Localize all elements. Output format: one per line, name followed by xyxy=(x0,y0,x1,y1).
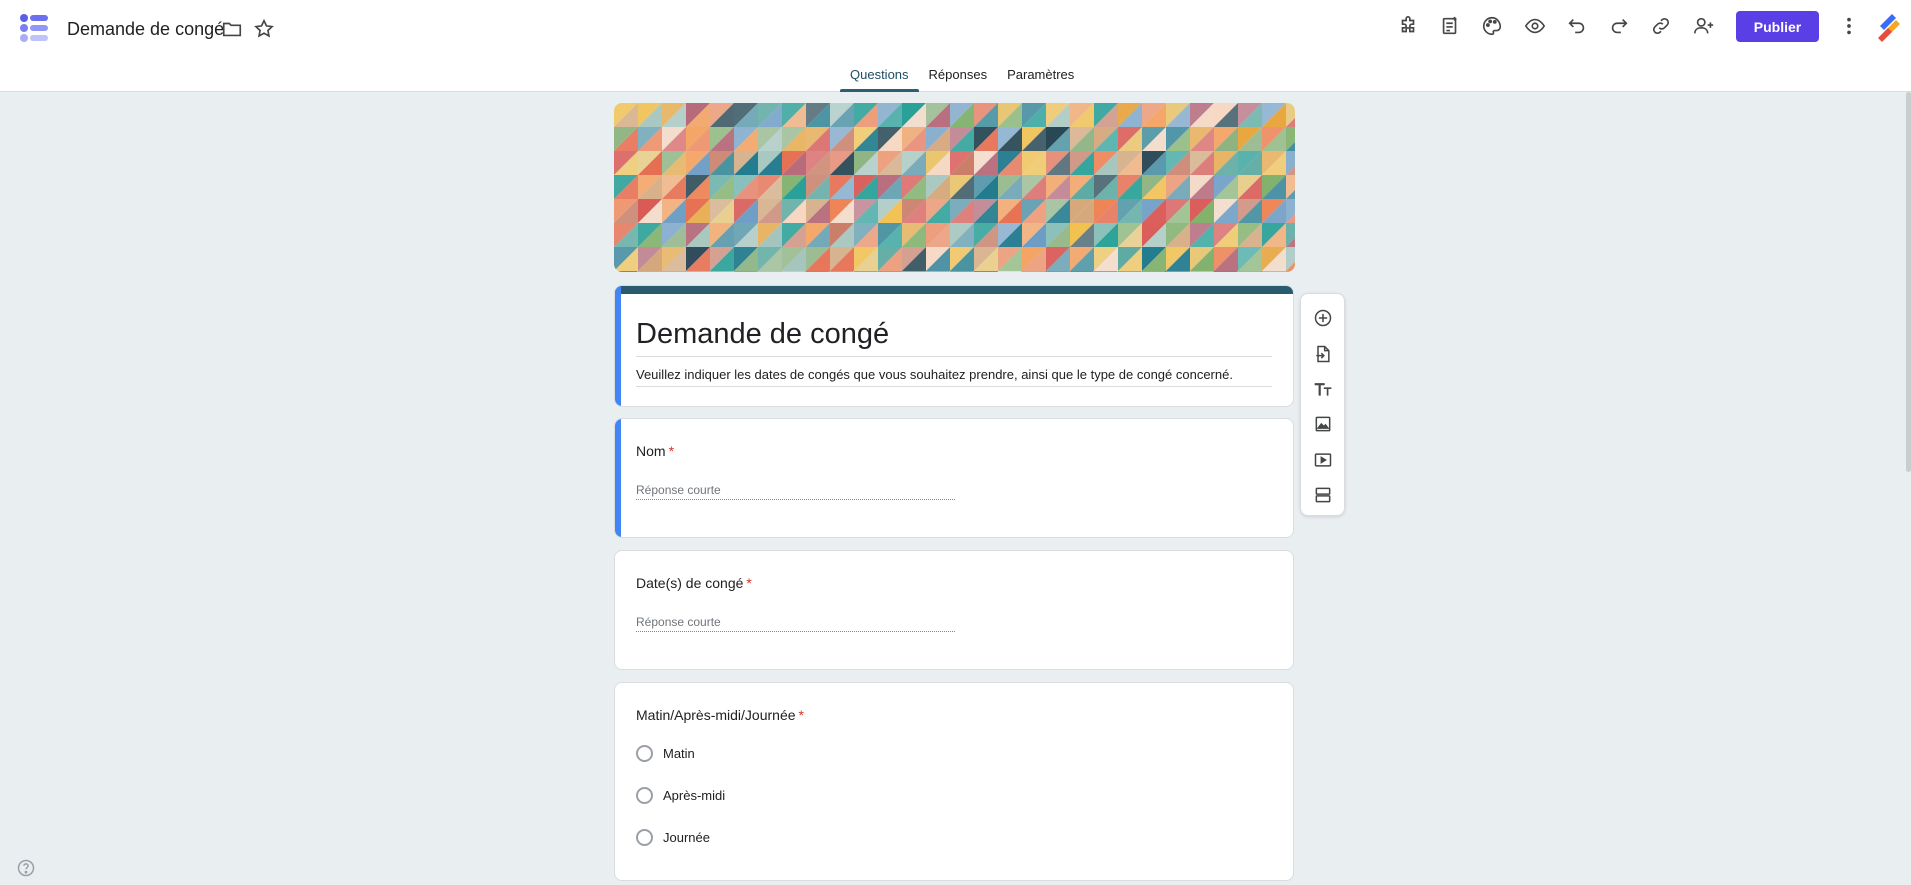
floating-side-toolbar xyxy=(1300,293,1345,516)
short-answer-input[interactable] xyxy=(636,612,955,632)
forms-app-logo[interactable] xyxy=(18,12,50,44)
more-vert-icon[interactable] xyxy=(1832,9,1866,43)
radio-option-matin[interactable]: Matin xyxy=(636,745,695,762)
question-card-nom[interactable]: Nom * xyxy=(614,418,1294,538)
active-card-accent xyxy=(615,286,621,406)
tab-questions[interactable]: Questions xyxy=(840,62,919,92)
tab-responses[interactable]: Réponses xyxy=(919,62,998,92)
page-scrollbar[interactable] xyxy=(1906,92,1911,472)
form-title[interactable]: Demande de congé xyxy=(636,316,889,352)
question-label: Nom * xyxy=(636,443,675,459)
description-underline xyxy=(636,386,1272,387)
publish-button[interactable]: Publier xyxy=(1736,11,1819,42)
question-label: Date(s) de congé * xyxy=(636,575,752,591)
import-questions-icon[interactable] xyxy=(1308,339,1338,369)
question-label: Matin/Après-midi/Journée * xyxy=(636,707,804,723)
title-underline xyxy=(636,356,1272,357)
radio-button[interactable] xyxy=(636,787,653,804)
required-asterisk: * xyxy=(668,443,675,459)
radio-option-journee[interactable]: Journée xyxy=(636,829,710,846)
add-title-icon[interactable] xyxy=(1308,374,1338,404)
radio-option-apres-midi[interactable]: Après-midi xyxy=(636,787,725,804)
folder-icon[interactable] xyxy=(215,12,249,46)
star-icon[interactable] xyxy=(247,12,281,46)
tab-settings[interactable]: Paramètres xyxy=(997,62,1084,92)
add-video-icon[interactable] xyxy=(1308,445,1338,475)
sheet-icon[interactable] xyxy=(1433,9,1467,43)
form-tabs: Questions Réponses Paramètres xyxy=(840,62,1084,92)
required-asterisk: * xyxy=(798,707,804,723)
palette-icon[interactable] xyxy=(1475,9,1509,43)
form-title-card[interactable]: Demande de congé Veuillez indiquer les d… xyxy=(614,285,1294,407)
add-image-icon[interactable] xyxy=(1308,409,1338,439)
active-card-accent xyxy=(615,419,621,537)
add-collaborator-icon[interactable] xyxy=(1687,9,1721,43)
header-banner-image xyxy=(614,103,1295,272)
help-icon[interactable] xyxy=(16,858,36,878)
radio-button[interactable] xyxy=(636,745,653,762)
required-asterisk: * xyxy=(746,575,752,591)
radio-button[interactable] xyxy=(636,829,653,846)
top-header: Demande de congé Publier Questions Répon… xyxy=(0,0,1911,92)
account-logo[interactable] xyxy=(1876,12,1902,42)
link-icon[interactable] xyxy=(1644,9,1678,43)
redo-icon[interactable] xyxy=(1602,9,1636,43)
question-card-period[interactable]: Matin/Après-midi/Journée * Matin Après-mi… xyxy=(614,682,1294,881)
document-title[interactable]: Demande de congé xyxy=(67,17,224,41)
add-question-icon[interactable] xyxy=(1308,303,1338,333)
undo-icon[interactable] xyxy=(1560,9,1594,43)
question-card-date[interactable]: Date(s) de congé * xyxy=(614,550,1294,670)
preview-eye-icon[interactable] xyxy=(1518,9,1552,43)
form-description[interactable]: Veuillez indiquer les dates de congés qu… xyxy=(636,367,1233,382)
short-answer-input[interactable] xyxy=(636,480,955,500)
theme-strip xyxy=(615,286,1293,294)
add-on-icon[interactable] xyxy=(1391,9,1425,43)
add-section-icon[interactable] xyxy=(1308,480,1338,510)
